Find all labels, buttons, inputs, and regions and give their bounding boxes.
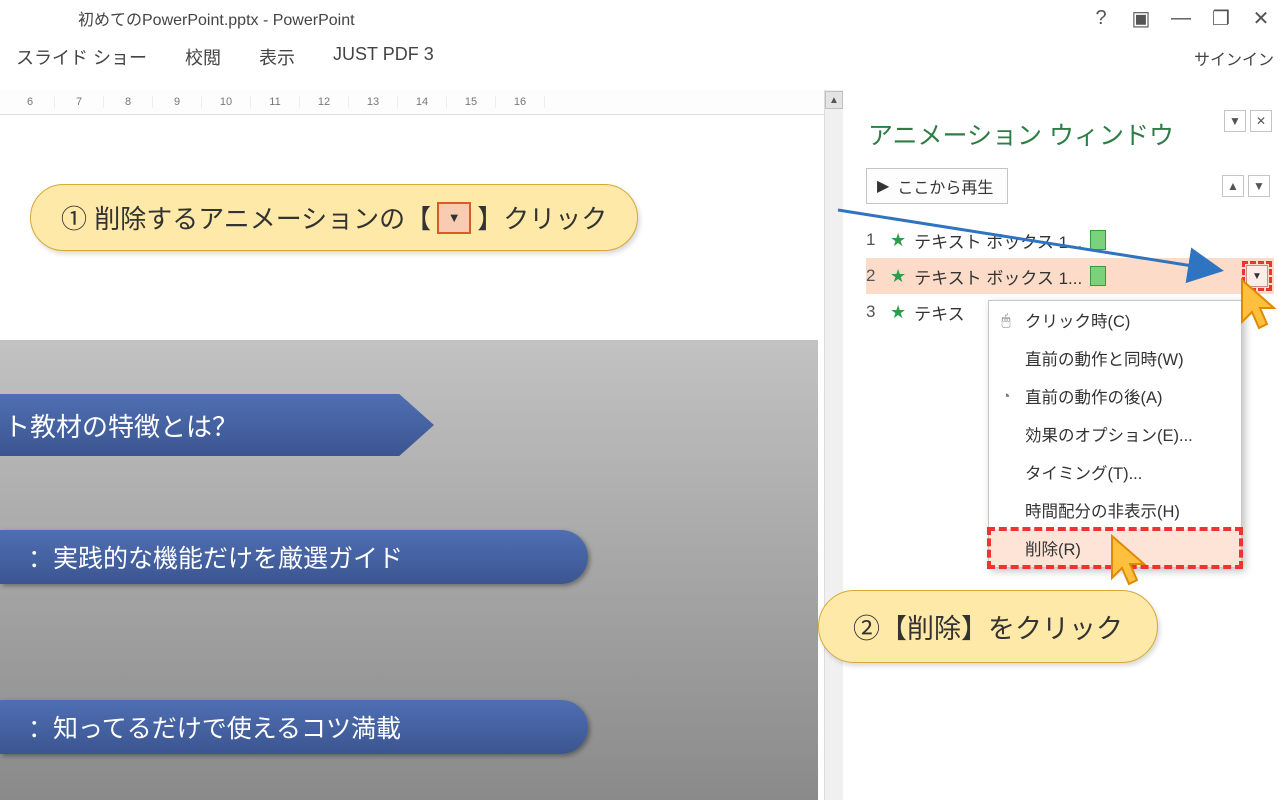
ribbon-display-options-icon[interactable]: ▣ bbox=[1130, 7, 1152, 29]
ruler-mark: 11 bbox=[251, 96, 300, 108]
scroll-up-arrow-icon[interactable]: ▲ bbox=[825, 91, 843, 109]
window-title: 初めてのPowerPoint.pptx - PowerPoint bbox=[8, 6, 1090, 30]
menu-start-after-previous[interactable]: ◔ 直前の動作の後(A) bbox=[989, 377, 1241, 415]
animation-item-dropdown-icon[interactable]: ▼ bbox=[1246, 265, 1268, 287]
ruler-mark: 14 bbox=[398, 96, 447, 108]
help-icon[interactable]: ? bbox=[1090, 7, 1112, 29]
ruler-mark: 10 bbox=[202, 96, 251, 108]
pane-close-icon[interactable]: ✕ bbox=[1250, 110, 1272, 132]
menu-hide-advanced-timeline[interactable]: 時間配分の非表示(H) bbox=[989, 491, 1241, 529]
slide-bullet-2-text: ：知ってるだけで使えるコツ満載 bbox=[28, 709, 401, 745]
animation-context-menu: 🖱 クリック時(C) 直前の動作と同時(W) ◔ 直前の動作の後(A) 効果のオ… bbox=[988, 300, 1242, 568]
menu-label: 時間配分の非表示(H) bbox=[1025, 498, 1180, 522]
clock-icon: ◔ bbox=[997, 388, 1015, 405]
star-icon: ★ bbox=[890, 266, 906, 287]
annotation-text: ① 削除するアニメーションの【 bbox=[61, 199, 431, 236]
animation-item-1[interactable]: 1 ★ テキスト ボックス 1... bbox=[866, 222, 1274, 258]
ruler-mark: 8 bbox=[104, 96, 153, 108]
slide-bullet-2[interactable]: ：知ってるだけで使えるコツ満載 bbox=[0, 700, 588, 754]
move-down-button[interactable]: ▼ bbox=[1248, 175, 1270, 197]
pane-options-icon[interactable]: ▼ bbox=[1224, 110, 1246, 132]
play-from-label: ここから再生 bbox=[897, 174, 993, 198]
anim-label: テキスト ボックス 1... bbox=[914, 264, 1082, 289]
tab-view[interactable]: 表示 bbox=[259, 44, 295, 70]
mouse-icon: 🖱 bbox=[997, 312, 1015, 329]
window-controls: ? ▣ — ❐ ✕ bbox=[1090, 7, 1272, 29]
animation-item-2[interactable]: 2 ★ テキスト ボックス 1... ▼ bbox=[866, 258, 1274, 294]
tab-just-pdf[interactable]: JUST PDF 3 bbox=[333, 44, 434, 70]
vertical-scrollbar[interactable]: ▲ bbox=[824, 90, 843, 800]
duration-bar bbox=[1090, 230, 1106, 250]
duration-bar bbox=[1090, 266, 1106, 286]
ruler-mark: 6 bbox=[6, 96, 55, 108]
tab-slideshow[interactable]: スライド ショー bbox=[16, 44, 147, 70]
sign-in-link[interactable]: サインイン bbox=[1194, 46, 1274, 70]
animation-pane-title: アニメーション ウィンドウ bbox=[868, 116, 1174, 152]
ruler-mark: 12 bbox=[300, 96, 349, 108]
menu-delete[interactable]: 削除(R) bbox=[989, 529, 1241, 567]
anim-number: 2 bbox=[866, 266, 882, 286]
star-icon: ★ bbox=[890, 302, 906, 323]
ruler-mark: 15 bbox=[447, 96, 496, 108]
menu-label: 直前の動作と同時(W) bbox=[1025, 346, 1184, 370]
anim-label: テキス bbox=[914, 300, 965, 325]
slide-bullet-1-text: ：実践的な機能だけを厳選ガイド bbox=[28, 539, 403, 575]
slide-title-shape[interactable]: ト教材の特徴とは？ bbox=[0, 394, 434, 456]
play-from-button[interactable]: ▶ ここから再生 bbox=[866, 168, 1008, 204]
ruler-mark: 13 bbox=[349, 96, 398, 108]
ribbon-tabs: スライド ショー 校閲 表示 JUST PDF 3 bbox=[0, 34, 1280, 88]
tab-review[interactable]: 校閲 bbox=[185, 44, 221, 70]
restore-icon[interactable]: ❐ bbox=[1210, 7, 1232, 29]
play-icon: ▶ bbox=[877, 176, 889, 196]
slide-bullet-1[interactable]: ：実践的な機能だけを厳選ガイド bbox=[0, 530, 588, 584]
ruler-mark: 9 bbox=[153, 96, 202, 108]
annotation-text: ②【削除】をクリック bbox=[853, 607, 1123, 646]
menu-label: 直前の動作の後(A) bbox=[1025, 384, 1163, 408]
annotation-text: 】クリック bbox=[477, 199, 607, 236]
close-icon[interactable]: ✕ bbox=[1250, 7, 1272, 29]
ruler-mark: 16 bbox=[496, 96, 545, 108]
anim-number: 3 bbox=[866, 302, 882, 322]
menu-label: 削除(R) bbox=[1025, 536, 1081, 560]
menu-effect-options[interactable]: 効果のオプション(E)... bbox=[989, 415, 1241, 453]
menu-label: 効果のオプション(E)... bbox=[1025, 422, 1193, 446]
annotation-step-2: ②【削除】をクリック bbox=[818, 590, 1158, 663]
horizontal-ruler: 6 7 8 9 10 11 12 13 14 15 16 bbox=[0, 90, 840, 115]
menu-label: タイミング(T)... bbox=[1025, 460, 1142, 484]
annotation-step-1: ① 削除するアニメーションの【 ▼ 】クリック bbox=[30, 184, 638, 251]
menu-label: クリック時(C) bbox=[1025, 308, 1130, 332]
menu-timing[interactable]: タイミング(T)... bbox=[989, 453, 1241, 491]
dropdown-sample-icon: ▼ bbox=[437, 202, 471, 234]
anim-number: 1 bbox=[866, 230, 882, 250]
minimize-icon[interactable]: — bbox=[1170, 7, 1192, 29]
anim-label: テキスト ボックス 1... bbox=[914, 228, 1082, 253]
ruler-mark: 7 bbox=[55, 96, 104, 108]
slide-title-text: ト教材の特徴とは？ bbox=[4, 407, 238, 444]
star-icon: ★ bbox=[890, 230, 906, 251]
move-up-button[interactable]: ▲ bbox=[1222, 175, 1244, 197]
title-bar: 初めてのPowerPoint.pptx - PowerPoint ? ▣ — ❐… bbox=[0, 0, 1280, 34]
menu-start-with-previous[interactable]: 直前の動作と同時(W) bbox=[989, 339, 1241, 377]
menu-start-on-click[interactable]: 🖱 クリック時(C) bbox=[989, 301, 1241, 339]
